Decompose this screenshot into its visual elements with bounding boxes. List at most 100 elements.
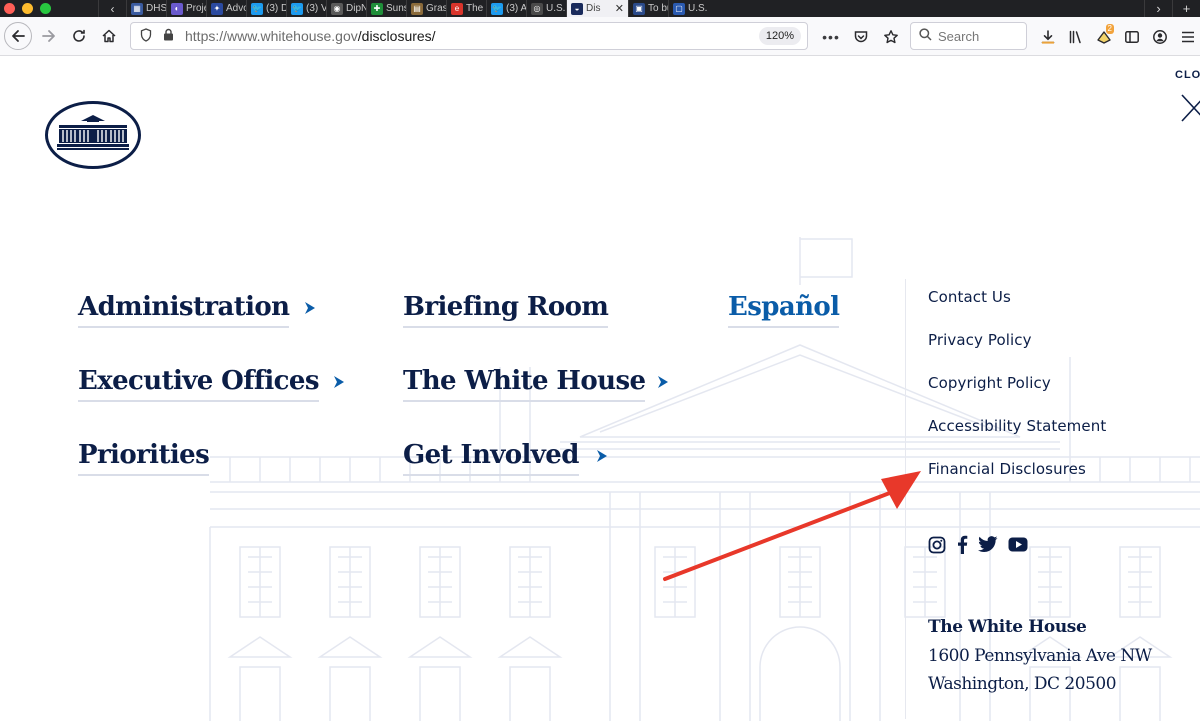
favicon-icon: ◎: [531, 2, 543, 15]
favicon-icon: e: [451, 2, 463, 15]
account-button[interactable]: [1146, 22, 1174, 52]
sidebar-icon: [1125, 31, 1139, 43]
bookmark-star-button[interactable]: [878, 22, 904, 52]
arrow-left-icon: [12, 30, 25, 42]
zoom-level-badge[interactable]: 120%: [758, 27, 801, 45]
extension-button[interactable]: 2: [1090, 22, 1118, 52]
menu-link-the-white-house[interactable]: The White House: [403, 362, 646, 402]
more-horizontal-icon: •••: [822, 29, 840, 45]
page-actions: •••: [818, 22, 904, 52]
tab-title: DipNo: [346, 3, 366, 14]
close-menu-button[interactable]: CLOSE: [1175, 69, 1200, 81]
chevron-right-icon[interactable]: [657, 375, 669, 389]
new-tab-button[interactable]: +: [1172, 0, 1200, 17]
browser-tab[interactable]: 🐦(3) Vic: [286, 0, 326, 17]
chevron-right-icon[interactable]: [596, 449, 608, 463]
browser-tab[interactable]: eThe Cl: [446, 0, 486, 17]
favicon-icon: 🐦: [491, 2, 503, 15]
zoom-window-button[interactable]: [40, 3, 51, 14]
favicon-icon: ✦: [211, 2, 223, 15]
home-icon: [102, 29, 116, 43]
favicon-icon: ▢: [673, 2, 685, 15]
menu-link-priorities[interactable]: Priorities: [78, 436, 210, 476]
reload-button[interactable]: [64, 21, 94, 51]
close-window-button[interactable]: [4, 3, 15, 14]
youtube-icon[interactable]: [1008, 537, 1028, 557]
overflow-menu-button[interactable]: [1174, 22, 1200, 52]
browser-tab[interactable]: ◉DipNo: [326, 0, 366, 17]
tab-title: Sunsh: [386, 3, 406, 14]
menu-link-administration[interactable]: Administration: [78, 288, 290, 328]
close-tab-icon[interactable]: ✕: [615, 2, 624, 15]
back-button[interactable]: [4, 22, 32, 50]
browser-tab[interactable]: ✚Sunsh: [366, 0, 406, 17]
browser-tab[interactable]: ✦Advoc: [206, 0, 246, 17]
url-text: https://www.whitehouse.gov/disclosures/: [185, 28, 436, 44]
tab-title: U.S. D: [546, 3, 566, 14]
sidebar-button[interactable]: [1118, 22, 1146, 52]
favicon-icon: ◐: [171, 2, 183, 15]
close-icon[interactable]: [1180, 93, 1200, 123]
browser-tab[interactable]: ◎U.S. D: [526, 0, 566, 17]
scroll-tabs-left-button[interactable]: ‹: [98, 0, 126, 17]
favicon-icon: ▤: [411, 2, 423, 15]
address-line-street: 1600 Pennsylvania Ave NW: [928, 646, 1152, 666]
lock-icon[interactable]: [163, 28, 177, 44]
account-icon: [1153, 30, 1167, 44]
footer-link-financial-disclosures[interactable]: Financial Disclosures: [928, 460, 1086, 478]
facebook-icon[interactable]: [956, 535, 968, 559]
search-icon: [919, 28, 932, 44]
scroll-tabs-right-button[interactable]: ›: [1144, 0, 1172, 17]
footer-link-accessibility-statement[interactable]: Accessibility Statement: [928, 417, 1106, 435]
twitter-icon[interactable]: [978, 536, 998, 558]
home-button[interactable]: [94, 21, 124, 51]
menu-link-espanol[interactable]: Español: [728, 288, 840, 328]
browser-tab[interactable]: ▢U.S. C: [668, 0, 708, 17]
chevron-right-icon[interactable]: [333, 375, 345, 389]
pocket-icon: [854, 31, 868, 43]
menu-link-briefing-room[interactable]: Briefing Room: [403, 288, 609, 328]
favicon-icon: ◒: [571, 2, 583, 15]
menu-link-executive-offices[interactable]: Executive Offices: [78, 362, 319, 402]
tab-title: Projec: [186, 3, 206, 14]
pocket-button[interactable]: [848, 22, 874, 52]
download-icon: [1041, 30, 1055, 44]
toolbar-buttons: 2: [1034, 22, 1200, 52]
address-bar[interactable]: https://www.whitehouse.gov/disclosures/ …: [130, 22, 808, 50]
forward-button[interactable]: [34, 21, 64, 51]
tab-title: Advoc: [226, 3, 246, 14]
browser-tab[interactable]: 🐦(3) De: [246, 0, 286, 17]
footer-link-contact-us[interactable]: Contact Us: [928, 288, 1011, 306]
chevron-left-icon: ‹: [110, 1, 115, 16]
social-links: [928, 535, 1028, 559]
white-house-logo-icon[interactable]: [45, 101, 141, 169]
tab-list: ▦DHS F ◐Projec ✦Advoc 🐦(3) De 🐦(3) Vic ◉…: [126, 0, 708, 17]
footer-link-privacy-policy[interactable]: Privacy Policy: [928, 331, 1032, 349]
page-actions-menu-button[interactable]: •••: [818, 22, 844, 52]
browser-tab[interactable]: ▤Grassl: [406, 0, 446, 17]
menu-link-get-involved[interactable]: Get Involved: [403, 436, 579, 476]
favicon-icon: 🐦: [291, 2, 303, 15]
browser-tab[interactable]: ◐Projec: [166, 0, 206, 17]
browser-tab[interactable]: ▦DHS F: [126, 0, 166, 17]
address-title: The White House: [928, 617, 1087, 637]
downloads-button[interactable]: [1034, 22, 1062, 52]
tab-strip-actions: › +: [1144, 0, 1200, 17]
library-button[interactable]: [1062, 22, 1090, 52]
browser-tab-strip: ‹ ▦DHS F ◐Projec ✦Advoc 🐦(3) De 🐦(3) Vic…: [0, 0, 1200, 17]
library-icon: [1069, 30, 1081, 44]
tracking-shield-icon[interactable]: [139, 27, 153, 45]
footer-link-copyright-policy[interactable]: Copyright Policy: [928, 374, 1051, 392]
minimize-window-button[interactable]: [22, 3, 33, 14]
browser-tab-active[interactable]: ◒ Dis ✕: [566, 0, 628, 17]
favicon-icon: ▦: [131, 2, 143, 15]
menu-icon: [1182, 31, 1194, 43]
url-path: /disclosures/: [357, 28, 436, 44]
browser-tab[interactable]: ▣To bui: [628, 0, 668, 17]
search-input[interactable]: Search: [910, 22, 1027, 50]
url-domain: https://www.whitehouse.gov: [185, 28, 358, 44]
tab-title: Grassl: [426, 3, 446, 14]
browser-tab[interactable]: 🐦(3) Ale: [486, 0, 526, 17]
chevron-right-icon[interactable]: [304, 301, 316, 315]
whitehouse-menu-overlay: CLOSE Administration Executive Offices P…: [0, 57, 1200, 721]
